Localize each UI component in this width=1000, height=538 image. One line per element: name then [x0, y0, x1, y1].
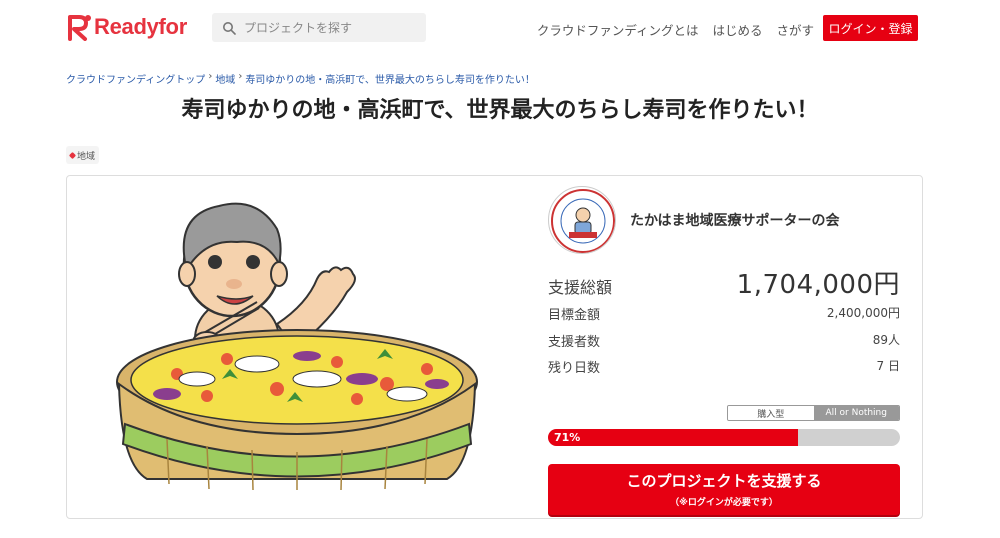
days-value: 7 日 [876, 359, 900, 373]
category-tag[interactable]: 地域 [66, 146, 100, 164]
support-button-label: このプロジェクトを支援する [626, 472, 822, 490]
project-owner[interactable]: たかはま地域医療サポーターの会 [548, 186, 839, 254]
days-label: 残り日数 [548, 361, 601, 376]
readyfor-logo[interactable]: Readyfor [66, 13, 187, 41]
breadcrumb-top[interactable]: クラウドファンディングトップ [66, 71, 205, 86]
supporters-value: 89人 [872, 333, 900, 347]
type-all-or-nothing: All or Nothing [813, 406, 899, 420]
stat-days-left: 残り日数 7 日 [548, 357, 900, 376]
stat-total-funding: 支援総額 1,704,000円 [548, 264, 900, 301]
search-icon [223, 21, 236, 35]
nav-search[interactable]: さがす [776, 20, 814, 39]
nav-about[interactable]: クラウドファンディングとは [537, 20, 699, 39]
project-main-image[interactable] [107, 184, 487, 506]
search-input[interactable] [244, 20, 414, 35]
goal-value: 2,400,000円 [826, 306, 900, 320]
type-purchase: 購入型 [728, 406, 814, 420]
header-nav: クラウドファンディングとは はじめる さがす [537, 20, 814, 39]
support-button-note: （※ログインが必要です） [670, 498, 778, 508]
site-header: Readyfor クラウドファンディングとは はじめる さがす ログイン・登録 [0, 0, 1000, 56]
breadcrumb-region[interactable]: 地域 [215, 71, 235, 86]
breadcrumb: クラウドファンディングトップ › 地域 › 寿司ゆかりの地・高浜町で、世界最大の… [66, 71, 535, 86]
progress-fill: 71% [548, 429, 798, 446]
breadcrumb-separator: › [238, 71, 243, 82]
stat-supporters: 支援者数 89人 [548, 331, 900, 350]
funding-type-toggle: 購入型 All or Nothing [727, 405, 900, 421]
goal-label: 目標金額 [548, 308, 601, 323]
page-title: 寿司ゆかりの地・高浜町で、世界最大のちらし寿司を作りたい！ [181, 98, 819, 123]
owner-avatar [548, 186, 616, 254]
owner-name: たかはま地域医療サポーターの会 [630, 213, 840, 229]
project-card: たかはま地域医療サポーターの会 支援総額 1,704,000円 目標金額 2,4… [66, 175, 923, 519]
logo-text: Readyfor [94, 14, 187, 39]
nav-start[interactable]: はじめる [712, 20, 762, 39]
tag-label: 地域 [77, 151, 96, 162]
stat-goal: 目標金額 2,400,000円 [548, 304, 900, 323]
supporters-label: 支援者数 [548, 335, 601, 350]
readyfor-logo-icon [68, 15, 91, 41]
tag-icon [68, 151, 77, 159]
breadcrumb-separator: › [208, 71, 213, 82]
total-value: 1,704,000円 [736, 270, 900, 300]
funding-progress-bar: 71% [548, 429, 900, 446]
support-project-button[interactable]: このプロジェクトを支援する （※ログインが必要です） [548, 464, 900, 515]
search-box[interactable] [212, 13, 426, 42]
login-register-button[interactable]: ログイン・登録 [823, 15, 918, 41]
breadcrumb-current[interactable]: 寿司ゆかりの地・高浜町で、世界最大のちらし寿司を作りたい！ [245, 71, 535, 86]
total-label: 支援総額 [548, 278, 613, 297]
